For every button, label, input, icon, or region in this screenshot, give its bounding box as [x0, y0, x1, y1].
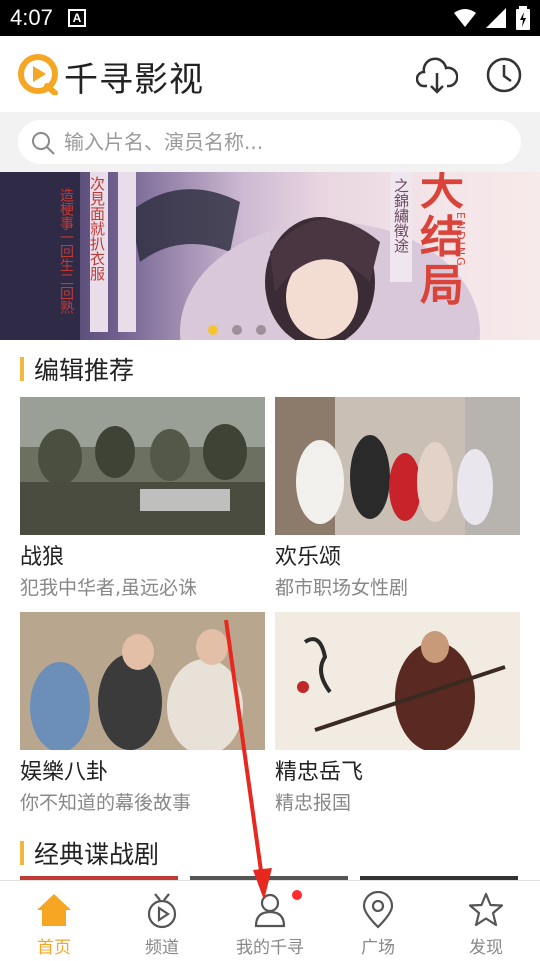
logo-icon [18, 54, 58, 95]
banner-text-left-b: 造梗事一回生二回熟 [58, 188, 74, 314]
carousel-dot[interactable] [208, 325, 218, 335]
nav-home[interactable]: 首页 [0, 881, 108, 961]
section-bar [20, 357, 24, 381]
section-title-spy-drama: 经典谍战剧 [20, 836, 159, 870]
video-title: 精忠岳飞 [275, 760, 364, 785]
battery-icon [516, 6, 530, 30]
banner-text-ending: ENDING [454, 212, 467, 268]
notification-a-icon: A [68, 9, 86, 27]
status-icons [454, 6, 530, 30]
location-pin-icon [362, 891, 394, 929]
user-icon [254, 893, 286, 928]
video-title: 欢乐颂 [275, 545, 342, 570]
star-icon [468, 892, 504, 927]
nav-label: 频道 [145, 938, 179, 958]
video-thumbnail[interactable] [275, 397, 520, 535]
search-box[interactable] [18, 120, 521, 164]
home-icon [37, 894, 71, 926]
tv-icon [147, 893, 177, 929]
nav-my-qianxun[interactable]: 我的千寻 [216, 881, 324, 961]
video-card[interactable]: 精忠岳飞 精忠报国 [275, 612, 520, 815]
section-title-text: 编辑推荐 [34, 356, 135, 385]
signal-icon [486, 8, 506, 28]
status-time: 4:07 [10, 5, 53, 30]
carousel-dot[interactable] [256, 325, 266, 335]
clock-icon[interactable] [485, 56, 523, 94]
search-icon [32, 132, 55, 155]
nav-label: 我的千寻 [236, 938, 304, 958]
status-bar: 4:07 A [0, 0, 540, 36]
video-thumbnail[interactable] [20, 397, 265, 535]
video-subtitle: 犯我中华者,虽远必诛 [20, 577, 198, 599]
banner-text-left-a: 次見面就扒衣服 [88, 176, 106, 281]
nav-label: 发现 [469, 938, 503, 958]
video-thumbnail[interactable] [275, 612, 520, 750]
video-title: 战狼 [20, 545, 65, 570]
video-subtitle: 精忠报国 [275, 792, 352, 814]
video-subtitle: 你不知道的幕後故事 [20, 792, 192, 814]
nav-label: 首页 [37, 938, 71, 958]
video-subtitle: 都市职场女性剧 [275, 577, 409, 599]
video-title: 娱樂八卦 [20, 760, 109, 785]
carousel-dot[interactable] [232, 325, 242, 335]
app-header: 千寻影视 [0, 36, 540, 112]
banner-text-subtitle: 之錦繡徵途 [392, 178, 410, 253]
video-thumbnail[interactable] [20, 612, 265, 750]
app-title: 千寻影视 [64, 60, 204, 100]
carousel-indicator [208, 325, 266, 335]
bottom-nav: 首页 频道 我的千寻 广场 发现 [0, 880, 540, 961]
nav-channel[interactable]: 频道 [108, 881, 216, 961]
video-card[interactable]: 娱樂八卦 你不知道的幕後故事 [20, 612, 265, 815]
nav-label: 广场 [361, 938, 395, 958]
section-title-text: 经典谍战剧 [34, 840, 160, 869]
notification-dot [292, 890, 302, 900]
search-input[interactable] [64, 120, 504, 164]
cloud-download-icon[interactable] [416, 56, 458, 96]
section-bar [20, 841, 24, 865]
banner-carousel[interactable]: 大结局 ENDING 之錦繡徵途 次見面就扒衣服 造梗事一回生二回熟 [0, 172, 540, 340]
search-area [0, 112, 540, 172]
nav-discover[interactable]: 发现 [432, 881, 540, 961]
section-title-editor-picks: 编辑推荐 [20, 352, 134, 386]
nav-square[interactable]: 广场 [324, 881, 432, 961]
video-card[interactable]: 欢乐颂 都市职场女性剧 [275, 397, 520, 600]
wifi-icon [454, 9, 476, 27]
video-card[interactable]: 战狼 犯我中华者,虽远必诛 [20, 397, 265, 600]
